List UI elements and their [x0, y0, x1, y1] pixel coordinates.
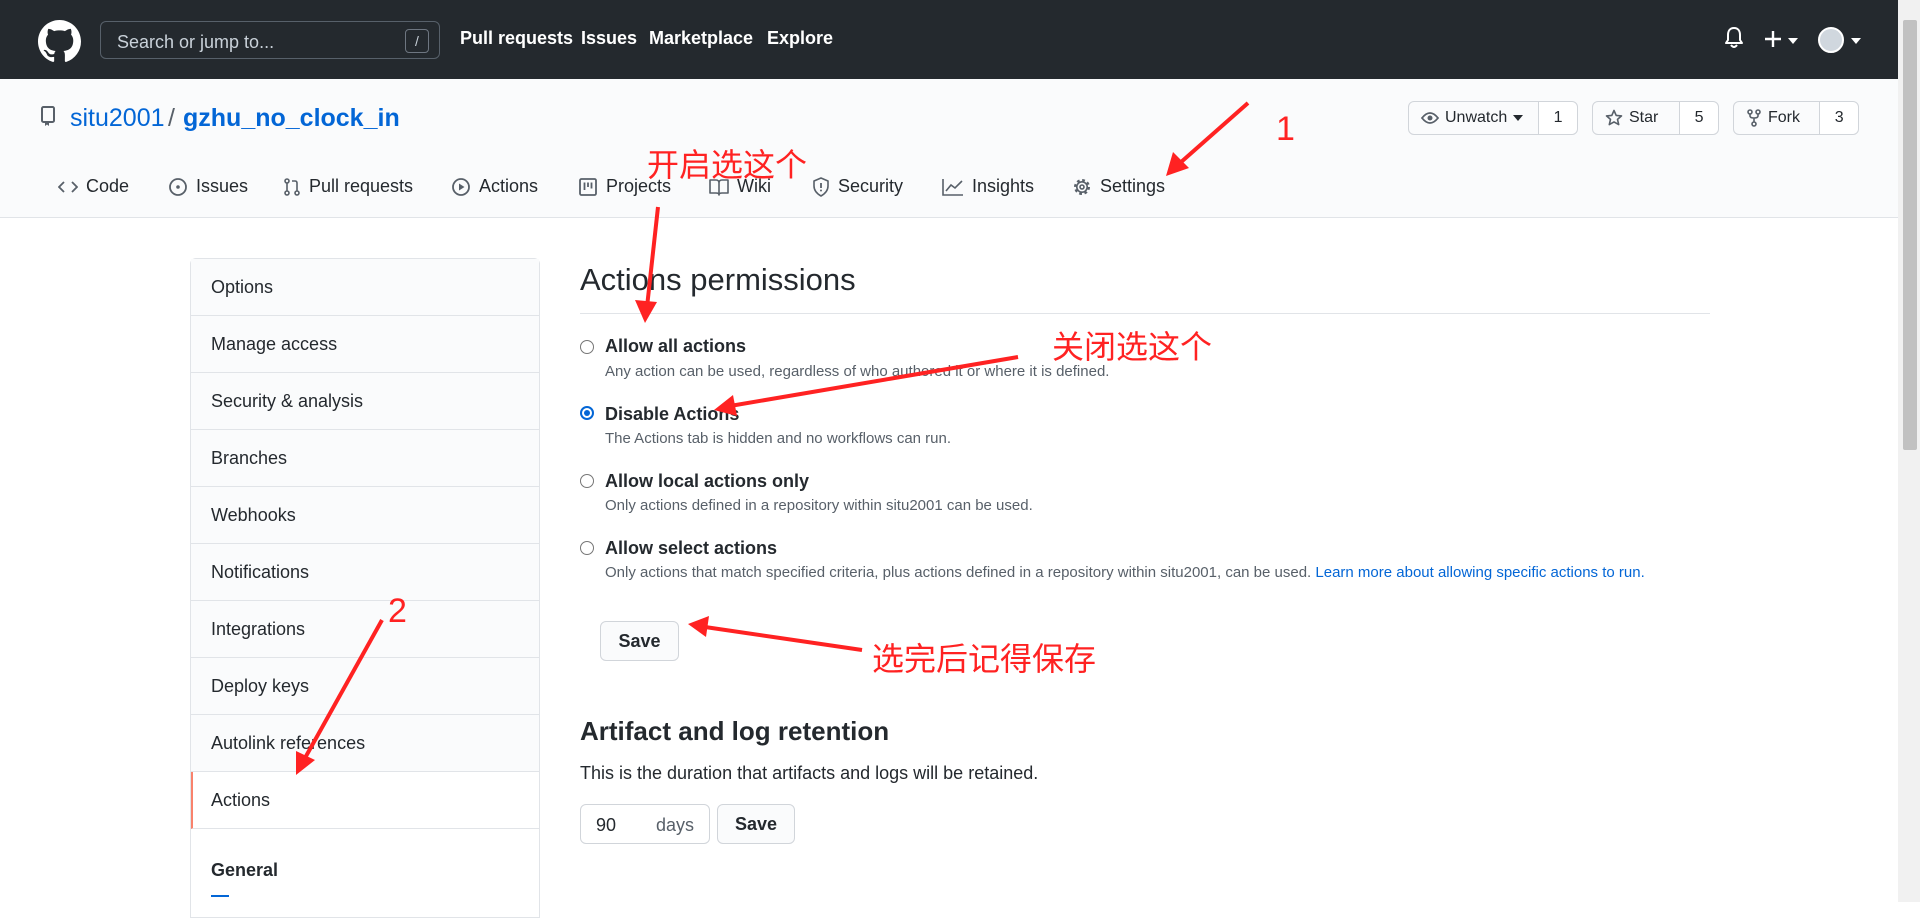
arrow-to-allow-all	[645, 206, 660, 308]
arrow-to-actions	[303, 619, 384, 759]
arrowhead-disable	[714, 395, 737, 416]
arrowhead-save	[688, 616, 709, 637]
annotation-arrows	[296, 101, 1250, 775]
arrow-to-settings	[1178, 101, 1250, 165]
arrowhead-allow-all	[635, 300, 657, 323]
arrow-to-save	[704, 625, 863, 652]
arrow-to-disable	[729, 355, 1019, 408]
scrollbar-thumb[interactable]	[1903, 20, 1917, 450]
